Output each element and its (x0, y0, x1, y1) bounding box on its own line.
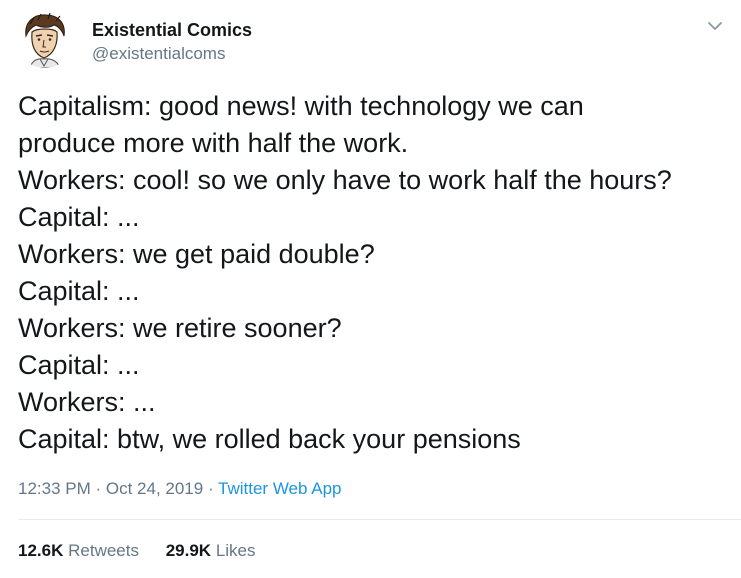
author-handle[interactable]: @existentialcoms (92, 44, 225, 64)
likes-label: Likes (215, 541, 256, 560)
tweet-line: Workers: we retire sooner? (18, 313, 342, 343)
tweet-time[interactable]: 12:33 PM (18, 479, 91, 498)
tweet-date[interactable]: Oct 24, 2019 (106, 479, 203, 498)
tweet-line: produce more with half the work. (18, 128, 409, 158)
tweet-line: Workers: cool! so we only have to work h… (18, 165, 672, 195)
tweet-line: Workers: we get paid double? (18, 239, 375, 269)
likes-stat[interactable]: 29.9K Likes (166, 541, 256, 561)
retweets-count: 12.6K (18, 541, 64, 560)
tweet-card: Existential Comics @existentialcoms Capi… (0, 0, 741, 578)
tweet-meta: 12:33 PM · Oct 24, 2019 · Twitter Web Ap… (18, 479, 342, 499)
cartoon-portrait-icon (16, 10, 74, 68)
tweet-source-link[interactable]: Twitter Web App (218, 479, 341, 498)
meta-separator: · (90, 479, 106, 498)
divider (18, 519, 741, 520)
tweet-line: Capital: btw, we rolled back your pensio… (18, 424, 521, 454)
tweet-line: Capitalism: good news! with technology w… (18, 91, 584, 121)
author-avatar[interactable] (16, 10, 74, 68)
likes-count: 29.9K (165, 541, 212, 560)
tweet-text: Capitalism: good news! with technology w… (18, 88, 733, 458)
retweets-label: Retweets (68, 541, 139, 560)
tweet-line: Capital: ... (18, 276, 140, 306)
tweet-line: Capital: ... (18, 350, 140, 380)
tweet-stats: 12.6K Retweets 29.9K Likes (18, 541, 256, 561)
retweets-stat[interactable]: 12.6K Retweets (18, 541, 139, 561)
author-name[interactable]: Existential Comics (92, 20, 252, 41)
tweet-line: Capital: ... (18, 202, 140, 232)
tweet-line: Workers: ... (18, 387, 156, 417)
meta-separator: · (203, 479, 219, 498)
chevron-down-icon[interactable] (706, 18, 724, 34)
